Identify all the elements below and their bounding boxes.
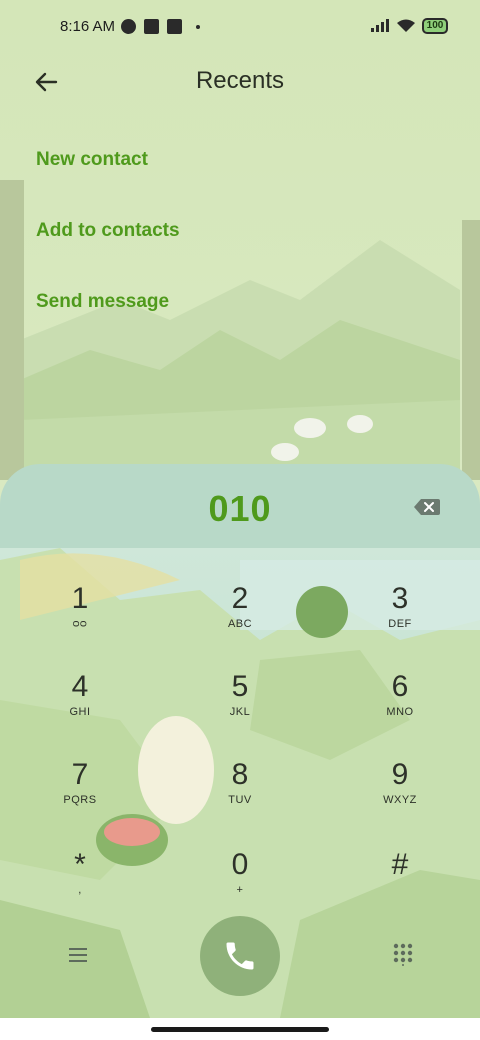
key-8[interactable]: 8 TUV bbox=[185, 758, 295, 830]
battery-icon: 100 bbox=[422, 18, 448, 34]
upload-icon bbox=[167, 19, 182, 34]
backspace-icon[interactable] bbox=[412, 496, 442, 518]
home-gesture-bar[interactable] bbox=[151, 1027, 329, 1032]
key-3[interactable]: 3 DEF bbox=[345, 582, 455, 654]
send-message-option[interactable]: Send message bbox=[36, 291, 169, 313]
wifi-icon bbox=[397, 19, 415, 32]
signal-icon bbox=[371, 19, 389, 32]
key-2[interactable]: 2 ABC bbox=[185, 582, 295, 654]
key-star[interactable]: * , bbox=[25, 848, 135, 920]
call-button[interactable] bbox=[200, 916, 280, 996]
key-hash[interactable]: # bbox=[345, 848, 455, 920]
key-4[interactable]: 4 GHI bbox=[25, 670, 135, 742]
add-to-contacts-option[interactable]: Add to contacts bbox=[36, 220, 180, 242]
status-time: 8:16 AM bbox=[60, 18, 116, 35]
key-6[interactable]: 6 MNO bbox=[345, 670, 455, 742]
dialpad-icon[interactable] bbox=[392, 942, 414, 966]
page-title: Recents bbox=[195, 67, 285, 94]
key-0[interactable]: 0 + bbox=[185, 848, 295, 920]
dot-icon bbox=[196, 24, 200, 29]
stop-icon bbox=[144, 19, 159, 34]
key-1[interactable]: 1 ᴑᴑ bbox=[25, 582, 135, 654]
data-saver-icon bbox=[121, 19, 136, 34]
menu-icon[interactable] bbox=[66, 944, 90, 966]
key-5[interactable]: 5 JKL bbox=[185, 670, 295, 742]
new-contact-option[interactable]: New contact bbox=[36, 149, 148, 171]
status-bar: 8:16 AM 100 bbox=[0, 0, 480, 56]
key-9[interactable]: 9 WXYZ bbox=[345, 758, 455, 830]
dialed-number[interactable]: 010 bbox=[0, 488, 480, 530]
key-7[interactable]: 7 PQRS bbox=[25, 758, 135, 830]
voicemail-icon: ᴑᴑ bbox=[72, 618, 88, 630]
phone-icon bbox=[226, 942, 254, 970]
